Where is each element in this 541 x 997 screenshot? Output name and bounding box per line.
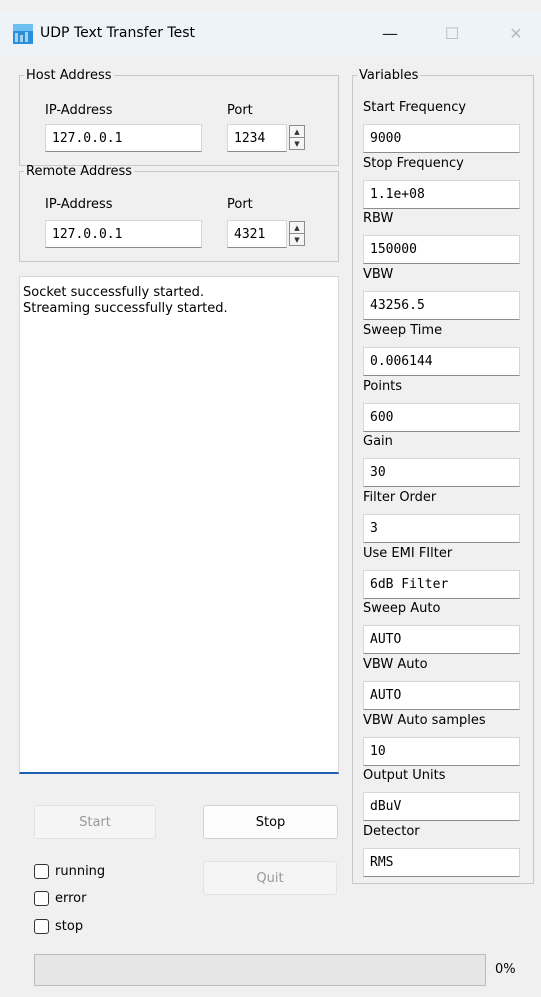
host-ip-label: IP-Address bbox=[45, 103, 113, 118]
error-checkbox-label: error bbox=[55, 891, 87, 906]
close-icon[interactable]: ✕ bbox=[493, 18, 539, 48]
spin-up-icon[interactable]: ▲ bbox=[290, 222, 304, 233]
variable-label: Points bbox=[363, 379, 403, 394]
remote-ip-input[interactable]: 127.0.0.1 bbox=[45, 220, 202, 248]
remote-ip-label: IP-Address bbox=[45, 197, 113, 212]
variable-label: Gain bbox=[363, 434, 393, 449]
progress-bar bbox=[34, 954, 486, 986]
remote-port-label: Port bbox=[227, 197, 253, 212]
spin-down-icon[interactable]: ▼ bbox=[290, 233, 304, 245]
variable-label: Stop Frequency bbox=[363, 156, 464, 171]
variable-label: VBW Auto samples bbox=[363, 713, 486, 728]
remote-address-legend: Remote Address bbox=[26, 164, 133, 179]
variable-label: Sweep Auto bbox=[363, 601, 441, 616]
stop-checkbox[interactable]: stop bbox=[34, 919, 83, 934]
variable-label: VBW Auto bbox=[363, 657, 428, 672]
host-ip-input[interactable]: 127.0.0.1 bbox=[45, 124, 202, 152]
variable-label: RBW bbox=[363, 211, 394, 226]
window-title: UDP Text Transfer Test bbox=[40, 25, 195, 41]
progress-percent: 0% bbox=[495, 962, 516, 977]
variable-input[interactable]: 3 bbox=[363, 514, 520, 543]
checkbox-box[interactable] bbox=[34, 864, 49, 879]
host-address-legend: Host Address bbox=[26, 68, 112, 83]
stop-checkbox-label: stop bbox=[55, 919, 84, 934]
variable-input[interactable]: AUTO bbox=[363, 681, 520, 710]
variable-label: Use EMI FIlter bbox=[363, 546, 453, 561]
checkbox-box[interactable] bbox=[34, 891, 49, 906]
variable-input[interactable]: 600 bbox=[363, 403, 520, 432]
variable-label: Sweep Time bbox=[363, 323, 443, 338]
variable-input[interactable]: AUTO bbox=[363, 625, 520, 654]
stop-button[interactable]: Stop bbox=[203, 805, 338, 839]
remote-port-spinner[interactable]: ▲ ▼ bbox=[289, 221, 305, 246]
variables-legend: Variables bbox=[359, 68, 419, 83]
running-checkbox-label: running bbox=[55, 864, 106, 879]
variable-input[interactable]: 10 bbox=[363, 737, 520, 766]
maximize-icon: ☐ bbox=[444, 23, 460, 43]
variable-input[interactable]: 150000 bbox=[363, 235, 520, 264]
variable-label: Output Units bbox=[363, 768, 446, 783]
variable-input[interactable]: dBuV bbox=[363, 792, 520, 821]
app-icon bbox=[13, 24, 33, 44]
minimize-icon[interactable]: — bbox=[367, 18, 413, 48]
remote-port-input[interactable]: 4321 bbox=[227, 220, 287, 248]
start-button[interactable]: Start bbox=[34, 805, 156, 839]
error-checkbox[interactable]: error bbox=[34, 891, 86, 906]
variable-input[interactable]: 6dB Filter bbox=[363, 570, 520, 599]
variable-input[interactable]: 9000 bbox=[363, 124, 520, 153]
host-port-spinner[interactable]: ▲ ▼ bbox=[289, 125, 305, 150]
variable-input[interactable]: RMS bbox=[363, 848, 520, 877]
checkbox-box[interactable] bbox=[34, 919, 49, 934]
spin-down-icon[interactable]: ▼ bbox=[290, 137, 304, 149]
variable-input[interactable]: 0.006144 bbox=[363, 347, 520, 376]
quit-button[interactable]: Quit bbox=[203, 861, 337, 895]
variable-label: Detector bbox=[363, 824, 420, 839]
variable-label: Start Frequency bbox=[363, 100, 467, 115]
running-checkbox[interactable]: running bbox=[34, 864, 105, 879]
variable-input[interactable]: 1.1e+08 bbox=[363, 180, 520, 209]
host-port-input[interactable]: 1234 bbox=[227, 124, 287, 152]
spin-up-icon[interactable]: ▲ bbox=[290, 126, 304, 137]
host-port-label: Port bbox=[227, 103, 253, 118]
variable-input[interactable]: 43256.5 bbox=[363, 291, 520, 320]
variable-label: VBW bbox=[363, 267, 394, 282]
log-textarea[interactable]: Socket successfully started. Streaming s… bbox=[19, 276, 339, 774]
variable-input[interactable]: 30 bbox=[363, 458, 520, 487]
variable-label: Filter Order bbox=[363, 490, 437, 505]
